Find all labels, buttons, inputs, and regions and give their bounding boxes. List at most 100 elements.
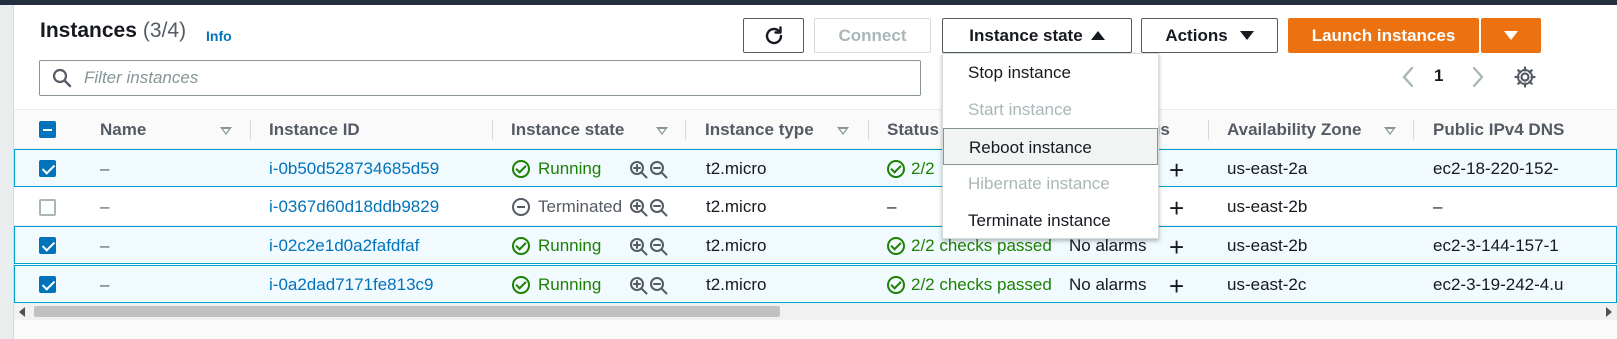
column-divider[interactable] xyxy=(250,120,251,140)
column-header-instance-id[interactable]: Instance ID xyxy=(269,120,360,140)
instances-panel: Instances (3/4) Info Connect Instance sta… xyxy=(14,5,1617,339)
search-icon xyxy=(52,68,72,88)
column-divider[interactable] xyxy=(685,120,686,140)
add-alarm-icon[interactable]: + xyxy=(1169,193,1184,224)
chevron-right-icon[interactable] xyxy=(1470,65,1486,89)
table-row[interactable]: – i-02c2e1d0a2fafdfaf Running t2.micro 2… xyxy=(14,226,1617,264)
horizontal-scrollbar[interactable] xyxy=(14,303,1617,320)
instance-id-link[interactable]: i-0367d60d18ddb9829 xyxy=(269,197,439,217)
column-divider[interactable] xyxy=(492,120,493,140)
column-divider[interactable] xyxy=(1208,120,1209,140)
zoom-out-icon[interactable] xyxy=(649,237,668,256)
column-divider[interactable] xyxy=(868,120,869,140)
row-checkbox[interactable] xyxy=(39,276,56,293)
caret-down-icon xyxy=(1504,31,1518,40)
row-checkbox[interactable] xyxy=(39,160,56,177)
status-check-text: 2/2 checks passed xyxy=(911,275,1052,294)
instance-id-link[interactable]: i-02c2e1d0a2fafdfaf xyxy=(269,236,419,256)
column-header-instance-state[interactable]: Instance state xyxy=(511,120,624,140)
zoom-in-icon[interactable] xyxy=(629,160,648,179)
scrollbar-thumb[interactable] xyxy=(34,306,780,317)
side-nav-collapsed[interactable] xyxy=(0,5,14,339)
public-dns: ec2-3-144-157-1 xyxy=(1433,236,1559,255)
column-header-public-dns[interactable]: Public IPv4 DNS xyxy=(1433,120,1564,140)
instance-type: t2.micro xyxy=(706,159,767,178)
table-row[interactable]: – i-0a2dad7171fe813c9 Running t2.micro 2… xyxy=(14,265,1617,303)
instance-state: Running xyxy=(512,275,601,295)
row-checkbox[interactable] xyxy=(39,237,56,254)
zoom-in-icon[interactable] xyxy=(629,276,648,295)
check-circle-icon xyxy=(887,237,905,255)
select-all-checkbox[interactable] xyxy=(39,121,56,138)
instance-state: Terminated xyxy=(512,197,622,217)
zoom-in-icon[interactable] xyxy=(629,237,648,256)
refresh-icon xyxy=(765,25,782,44)
column-header-instance-type[interactable]: Instance type xyxy=(705,120,814,140)
minus-circle-icon xyxy=(512,198,530,216)
zoom-controls xyxy=(629,237,668,256)
instance-state-text: Running xyxy=(538,159,602,178)
filter-field[interactable] xyxy=(39,60,921,96)
add-alarm-icon[interactable]: + xyxy=(1169,232,1184,263)
check-circle-icon xyxy=(887,276,905,294)
public-dns: ec2-3-19-242-4.u xyxy=(1433,275,1564,294)
connect-button[interactable]: Connect xyxy=(814,18,931,53)
filter-input[interactable] xyxy=(84,68,864,88)
check-circle-icon xyxy=(512,276,530,294)
zoom-out-icon[interactable] xyxy=(649,276,668,295)
info-link[interactable]: Info xyxy=(206,28,232,44)
availability-zone: us-east-2c xyxy=(1227,275,1307,294)
caret-down-icon xyxy=(1239,31,1254,40)
add-alarm-icon[interactable]: + xyxy=(1169,271,1184,302)
menu-item-stop-instance[interactable]: Stop instance xyxy=(943,54,1158,91)
availability-zone: us-east-2b xyxy=(1227,197,1308,216)
instance-state-label: Instance state xyxy=(969,25,1083,45)
instance-id-link[interactable]: i-0b50d528734685d59 xyxy=(269,159,439,179)
zoom-out-icon[interactable] xyxy=(649,160,668,179)
zoom-out-icon[interactable] xyxy=(649,198,668,217)
menu-item-hibernate-instance: Hibernate instance xyxy=(968,174,1110,193)
page-number[interactable]: 1 xyxy=(1434,66,1443,86)
status-check: 2/2 xyxy=(887,159,935,179)
table-row[interactable]: – i-0b50d528734685d59 Running t2.micro 2… xyxy=(14,149,1617,187)
instance-state-menu: Stop instance Start instance Reboot inst… xyxy=(942,53,1159,239)
launch-instances-dropdown[interactable] xyxy=(1481,18,1541,53)
instance-state-button[interactable]: Instance state xyxy=(942,18,1132,53)
zoom-in-icon[interactable] xyxy=(629,198,648,217)
add-alarm-icon[interactable]: + xyxy=(1169,155,1184,186)
launch-instances-button[interactable]: Launch instances xyxy=(1288,18,1479,53)
column-header-status[interactable]: Status xyxy=(887,120,939,140)
public-dns: ec2-18-220-152- xyxy=(1433,159,1559,178)
chevron-left-icon[interactable] xyxy=(1400,65,1416,89)
instance-id-link[interactable]: i-0a2dad7171fe813c9 xyxy=(269,275,433,295)
instance-name: – xyxy=(100,275,110,294)
instance-state-text: Running xyxy=(538,236,602,255)
status-check-text: 2/2 xyxy=(911,159,935,178)
check-circle-icon xyxy=(887,160,905,178)
instance-type: t2.micro xyxy=(706,275,767,294)
scroll-left-icon[interactable] xyxy=(19,307,25,317)
actions-button[interactable]: Actions xyxy=(1141,18,1278,53)
gear-icon[interactable] xyxy=(1513,65,1537,89)
page-title-text: Instances xyxy=(40,19,137,42)
column-header-availability-zone[interactable]: Availability Zone xyxy=(1227,120,1361,140)
alarm-status: No alarms xyxy=(1069,275,1147,294)
table-row[interactable]: – i-0367d60d18ddb9829 Terminated t2.micr… xyxy=(14,188,1617,226)
column-header-name[interactable]: Name xyxy=(100,120,146,140)
instance-name: – xyxy=(100,197,110,216)
zoom-controls xyxy=(629,198,668,217)
sort-icon[interactable] xyxy=(656,127,668,135)
instance-type: t2.micro xyxy=(706,236,767,255)
instance-state-text: Terminated xyxy=(538,197,623,216)
refresh-button[interactable] xyxy=(743,18,804,53)
sort-icon[interactable] xyxy=(1384,127,1396,135)
column-divider[interactable] xyxy=(1413,120,1414,140)
menu-item-reboot-instance[interactable]: Reboot instance xyxy=(943,128,1158,165)
sort-icon[interactable] xyxy=(837,127,849,135)
status-check: 2/2 checks passed xyxy=(887,275,1052,295)
scroll-right-icon[interactable] xyxy=(1606,307,1612,317)
row-checkbox[interactable] xyxy=(39,199,56,216)
menu-item-terminate-instance[interactable]: Terminate instance xyxy=(943,202,1158,239)
alarm-status: No alarms xyxy=(1069,236,1147,255)
sort-icon[interactable] xyxy=(220,127,232,135)
